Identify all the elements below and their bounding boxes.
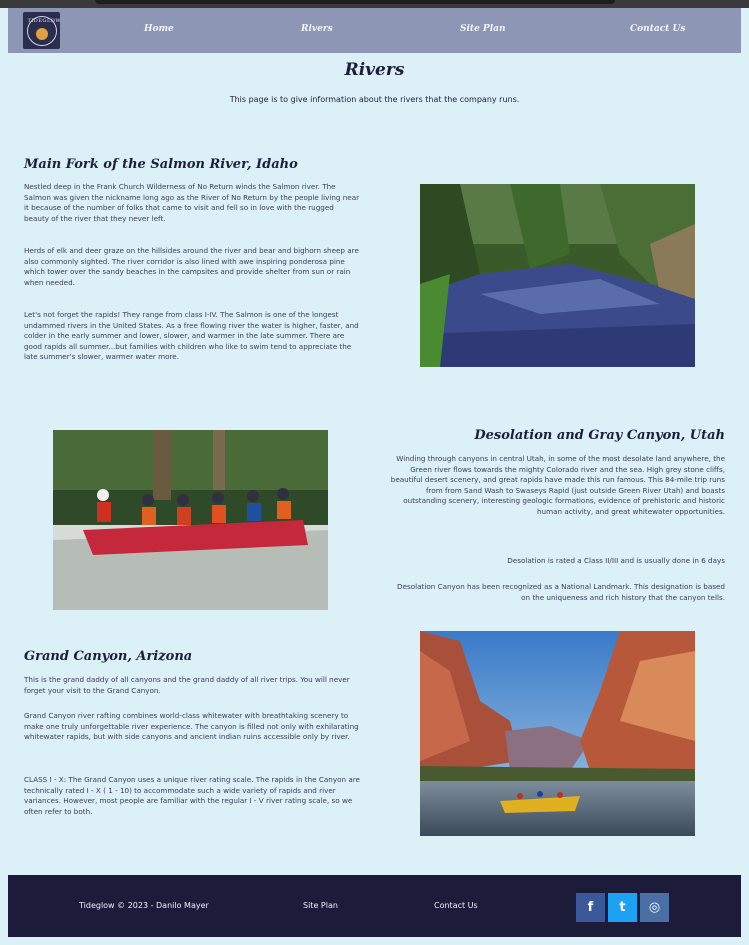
footer-copyright: Tideglow © 2023 - Danilo Mayer <box>79 901 209 910</box>
salmon-river-illustration <box>420 184 695 367</box>
page-title: Rivers <box>344 60 405 80</box>
desolation-paragraph-1: Winding through canyons in central Utah,… <box>390 454 725 516</box>
grand-canyon-paragraph-2: Grand Canyon river rafting combines worl… <box>24 711 359 742</box>
nav-contact-us[interactable]: Contact Us <box>630 24 685 34</box>
rafting-illustration <box>53 430 328 610</box>
grand-canyon-paragraph-1: This is the grand daddy of all canyons a… <box>24 675 350 695</box>
browser-top-strip <box>0 0 749 8</box>
nav-site-plan[interactable]: Site Plan <box>460 24 506 34</box>
grand-canyon-paragraph-3: CLASS I - X: The Grand Canyon uses a uni… <box>24 775 360 816</box>
salmon-paragraph-2: Herds of elk and deer graze on the hills… <box>24 246 359 287</box>
site-footer: Tideglow © 2023 - Danilo Mayer Site Plan… <box>8 875 741 937</box>
desolation-paragraph-3: Desolation Canyon has been recognized as… <box>397 582 725 602</box>
grand-canyon-illustration <box>420 631 695 836</box>
section-title-salmon: Main Fork of the Salmon River, Idaho <box>24 157 298 172</box>
salmon-paragraph-1: Nestled deep in the Frank Church Wildern… <box>24 182 360 223</box>
logo-text: TIDEGLOW <box>27 17 61 24</box>
logo-mark-icon <box>35 27 48 40</box>
salmon-paragraph-3: Let's not forget the rapids! They range … <box>24 310 359 362</box>
grand-canyon-photo <box>420 631 695 836</box>
salmon-river-photo <box>420 184 695 367</box>
logo-ring: TIDEGLOW <box>26 15 61 46</box>
twitter-icon[interactable]: t <box>608 893 637 922</box>
rafting-photo <box>53 430 328 610</box>
nav-home[interactable]: Home <box>144 24 174 34</box>
footer-link-site-plan[interactable]: Site Plan <box>303 901 338 910</box>
site-header: TIDEGLOW Home Rivers Site Plan Contact U… <box>8 8 741 53</box>
section-title-desolation: Desolation and Gray Canyon, Utah <box>474 428 725 443</box>
instagram-icon[interactable]: ◎ <box>640 893 669 922</box>
desolation-paragraph-2: Desolation is rated a Class II/III and i… <box>507 556 725 565</box>
section-title-grand-canyon: Grand Canyon, Arizona <box>24 649 193 664</box>
site-logo[interactable]: TIDEGLOW <box>23 12 60 49</box>
facebook-icon[interactable]: f <box>576 893 605 922</box>
footer-link-contact-us[interactable]: Contact Us <box>434 901 478 910</box>
page-intro: This page is to give information about t… <box>229 95 520 104</box>
browser-top-bar <box>95 0 615 4</box>
nav-rivers[interactable]: Rivers <box>301 24 333 34</box>
